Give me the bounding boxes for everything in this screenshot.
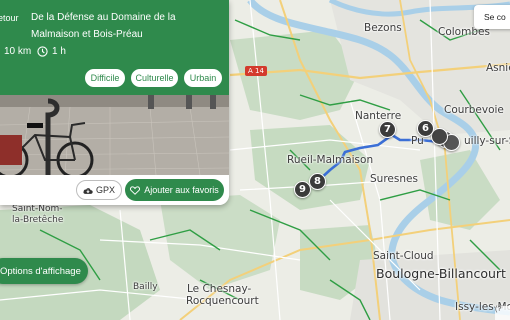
- place-rueil-malmaison: Rueil-Malmaison: [287, 154, 374, 166]
- place-courbevoie: Courbevoie: [444, 104, 504, 116]
- place-puteaux: Pu: [411, 135, 424, 147]
- place-le-chesnay: Le Chesnay-: [187, 283, 252, 295]
- place-boulogne-billancourt: Boulogne-Billancourt: [376, 266, 506, 281]
- favorite-label: Ajouter aux favoris: [144, 185, 219, 195]
- display-options-button[interactable]: Options d'affichage: [0, 258, 88, 284]
- duration-value: 1 h: [52, 46, 66, 57]
- route-card-actions: GPX Ajouter aux favoris: [0, 175, 229, 205]
- place-saint-nom: Saint-Nom-: [12, 204, 63, 214]
- place-neuilly: uilly-sur-Se: [464, 135, 510, 147]
- place-asnieres: Asniè: [486, 62, 510, 74]
- place-bezons: Bezons: [364, 22, 402, 34]
- tag-culturelle[interactable]: Culturelle: [130, 68, 179, 88]
- gpx-label: GPX: [95, 185, 115, 195]
- place-nanterre: Nanterre: [355, 110, 402, 122]
- distance-value: 10 km: [4, 46, 32, 57]
- route-stop-8[interactable]: 8: [309, 173, 326, 190]
- place-saint-cloud: Saint-Cloud: [373, 250, 434, 262]
- place-bailly: Bailly: [133, 282, 158, 292]
- route-card-header: etour De la Défense au Domaine de la Mal…: [0, 0, 229, 95]
- route-type-label: etour: [0, 13, 19, 23]
- route-stop-7[interactable]: 7: [379, 121, 396, 138]
- route-title: De la Défense au Domaine de la Malmaison…: [31, 12, 176, 40]
- route-photo[interactable]: [0, 95, 229, 175]
- place-la-breteche: la-Bretêche: [12, 215, 64, 225]
- place-suresnes: Suresnes: [370, 173, 418, 185]
- download-gpx-button[interactable]: GPX: [76, 180, 122, 200]
- route-card: etour De la Défense au Domaine de la Mal…: [0, 0, 229, 205]
- tag-urbain[interactable]: Urbain: [183, 68, 223, 88]
- cloud-download-icon: [83, 187, 93, 194]
- tag-difficile[interactable]: Difficile: [84, 68, 126, 88]
- route-stop-6[interactable]: 6: [417, 120, 434, 137]
- route-distance: 10 km: [4, 46, 31, 57]
- place-rocquencourt: Rocquencourt: [186, 295, 259, 307]
- route-stop-9[interactable]: 9: [294, 181, 311, 198]
- route-duration: 1 h: [37, 46, 66, 57]
- clock-icon: [37, 46, 48, 57]
- account-button[interactable]: Se co: [474, 5, 510, 29]
- add-favorite-button[interactable]: Ajouter aux favoris: [125, 179, 224, 201]
- bicycle-photo: [0, 95, 229, 175]
- map-attribution[interactable]: (?: [495, 306, 510, 320]
- road-shield-a14: A 14: [245, 66, 267, 76]
- heart-icon: [130, 185, 141, 195]
